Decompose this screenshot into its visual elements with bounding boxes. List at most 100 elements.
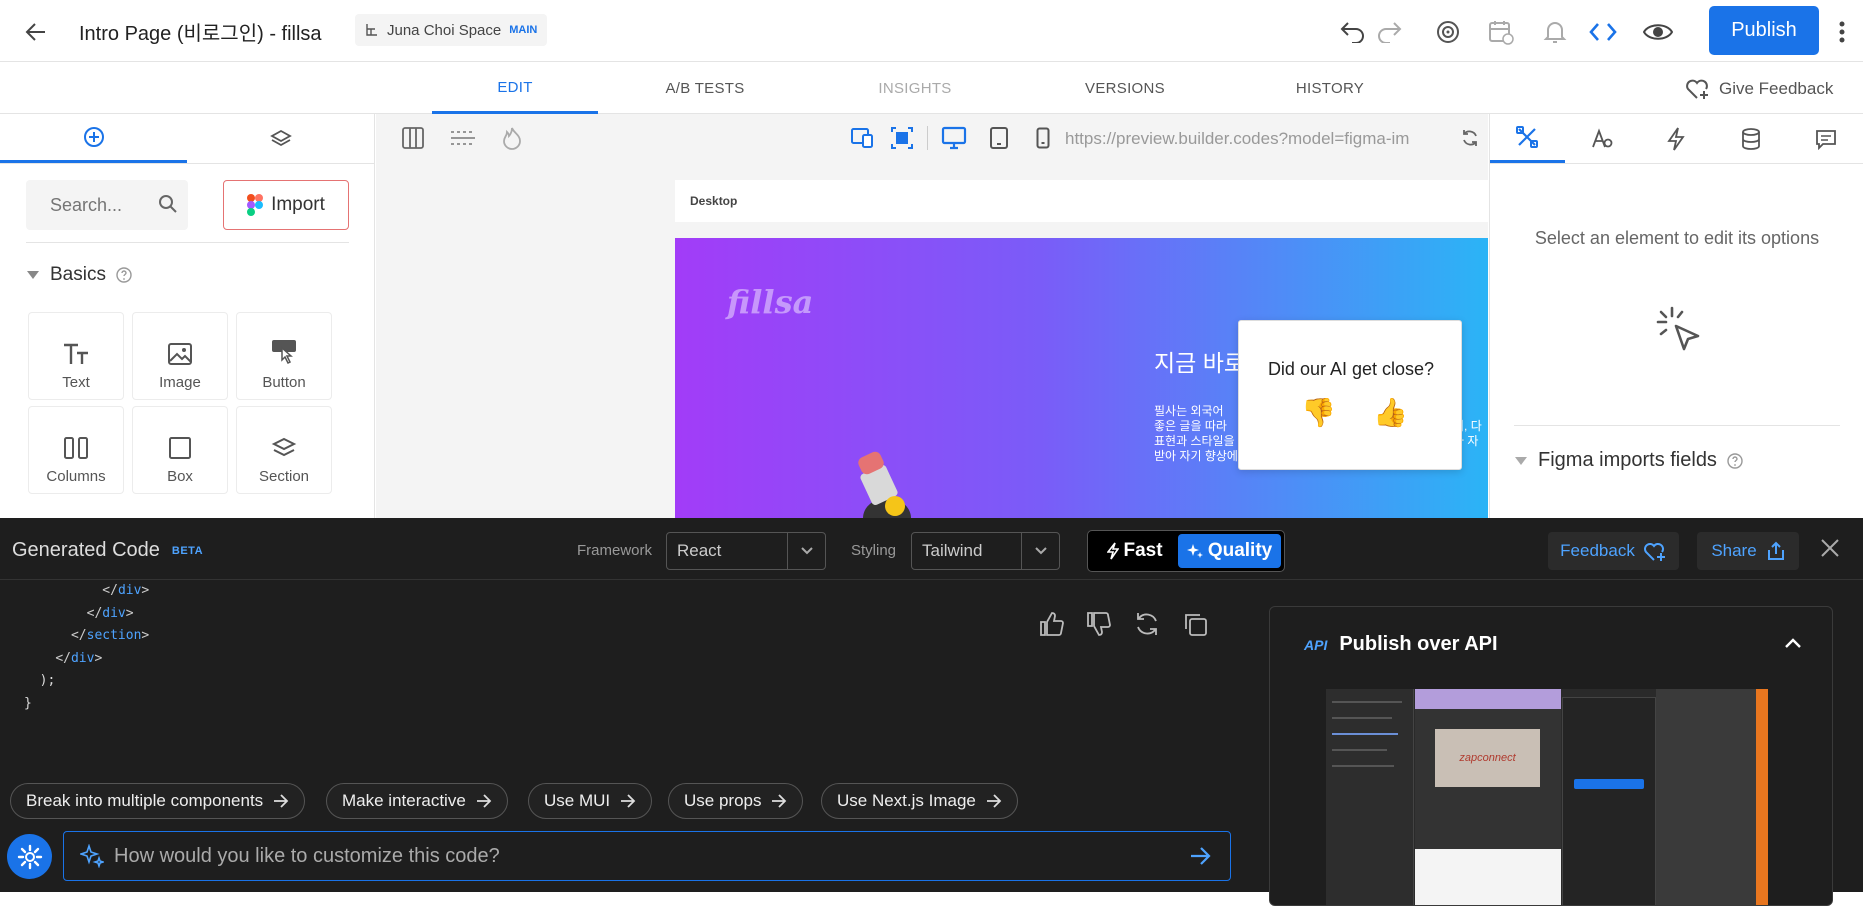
tab-data[interactable] xyxy=(1714,114,1789,163)
chevron-down-icon xyxy=(787,533,825,569)
arrow-right-icon xyxy=(986,794,1002,808)
basics-title: Basics xyxy=(50,264,106,285)
settings-gear-button[interactable] xyxy=(7,834,52,879)
styling-label: Styling xyxy=(851,542,897,559)
code-line: </div> xyxy=(55,650,103,666)
suggestion-chip[interactable]: Use props xyxy=(668,783,804,819)
suggestion-chip[interactable]: Make interactive xyxy=(326,783,508,819)
comment-icon xyxy=(1815,128,1837,150)
search-icon xyxy=(158,194,178,214)
code-editor[interactable]: </div> </div> </section> </div> );} xyxy=(0,580,1040,760)
right-panel: Select an element to edit its options Fi… xyxy=(1489,114,1863,518)
block-section[interactable]: Section xyxy=(236,406,332,494)
redo-icon[interactable] xyxy=(1374,17,1404,47)
columns-icon xyxy=(63,436,89,460)
tab-insights[interactable]: INSIGHTS xyxy=(845,63,985,114)
thumbs-up-icon[interactable]: 👍 xyxy=(1373,396,1408,429)
flame-icon[interactable] xyxy=(502,126,522,150)
ai-feedback-popup: Did our AI get close? 👎 👍 xyxy=(1238,320,1462,470)
code-line: </section> xyxy=(70,628,150,643)
tab-typography[interactable] xyxy=(1565,114,1640,163)
plus-circle-icon xyxy=(83,126,105,148)
lightning-icon xyxy=(1106,542,1119,560)
editor-canvas[interactable]: https://preview.builder.codes?model=figm… xyxy=(376,114,1488,518)
tab-style[interactable] xyxy=(1490,114,1565,163)
thumbs-down-icon[interactable] xyxy=(1086,611,1112,637)
collapse-triangle-icon xyxy=(26,270,40,280)
help-icon[interactable] xyxy=(116,267,132,283)
share-button[interactable]: Share xyxy=(1697,532,1799,570)
regenerate-icon[interactable] xyxy=(1134,611,1160,637)
close-icon[interactable] xyxy=(1820,538,1840,558)
block-box[interactable]: Box xyxy=(132,406,228,494)
bell-icon[interactable] xyxy=(1540,17,1570,47)
block-columns[interactable]: Columns xyxy=(28,406,124,494)
customize-prompt-input[interactable] xyxy=(104,832,1190,880)
tab-history[interactable]: HISTORY xyxy=(1260,63,1400,114)
columns-view-icon[interactable] xyxy=(401,126,425,150)
tab-insert[interactable] xyxy=(0,114,187,163)
thumbs-up-icon[interactable] xyxy=(1039,611,1065,637)
tablet-view-icon[interactable] xyxy=(989,126,1009,150)
typography-icon xyxy=(1591,127,1613,150)
mode-fast-button[interactable]: Fast xyxy=(1091,534,1178,568)
mobile-view-icon[interactable] xyxy=(1036,127,1050,149)
send-arrow-icon[interactable] xyxy=(1190,846,1212,866)
copy-icon[interactable] xyxy=(1182,611,1208,637)
tab-layers[interactable] xyxy=(187,114,374,163)
figma-fields-title: Figma imports fields xyxy=(1538,449,1717,471)
arrow-right-icon xyxy=(771,794,787,808)
refresh-icon[interactable] xyxy=(1461,129,1479,147)
empty-selection-message: Select an element to edit its options xyxy=(1534,228,1820,248)
back-arrow-icon[interactable] xyxy=(22,18,50,46)
block-label: Section xyxy=(258,468,310,485)
divider xyxy=(26,242,349,243)
code-feedback-button[interactable]: Feedback xyxy=(1548,532,1679,570)
undo-icon[interactable] xyxy=(1338,17,1368,47)
basics-section-header[interactable]: Basics xyxy=(26,264,132,286)
target-history-icon[interactable] xyxy=(1433,17,1463,47)
give-feedback-label: Give Feedback xyxy=(1719,79,1834,98)
help-icon[interactable] xyxy=(1727,452,1743,469)
ai-feedback-question: Did our AI get close? xyxy=(1267,359,1435,379)
button-icon xyxy=(270,338,298,366)
block-button[interactable]: Button xyxy=(236,312,332,400)
customize-prompt[interactable] xyxy=(63,831,1231,881)
tab-ab-tests[interactable]: A/B TESTS xyxy=(635,63,775,114)
tab-versions[interactable]: VERSIONS xyxy=(1055,63,1195,114)
tab-edit[interactable]: EDIT xyxy=(432,63,598,114)
tools-icon xyxy=(1515,125,1539,149)
framework-select[interactable]: React xyxy=(666,532,826,570)
space-tree-icon xyxy=(365,23,379,37)
click-cursor-icon xyxy=(1652,304,1708,360)
responsive-icon[interactable] xyxy=(850,127,874,149)
styling-select[interactable]: Tailwind xyxy=(911,532,1060,570)
spacing-guides-icon[interactable] xyxy=(449,126,477,150)
mode-quality-button[interactable]: Quality xyxy=(1178,534,1281,568)
tab-interactions[interactable] xyxy=(1639,114,1714,163)
block-label: Button xyxy=(262,374,306,391)
suggestion-chip[interactable]: Break into multiple components xyxy=(10,783,306,819)
schedule-calendar-icon[interactable] xyxy=(1486,17,1516,47)
space-selector[interactable]: Juna Choi Space MAIN xyxy=(355,14,548,46)
suggestion-chip[interactable]: Use Next.js Image xyxy=(821,783,1018,819)
layers-icon xyxy=(269,128,292,150)
preview-eye-icon[interactable] xyxy=(1643,17,1673,47)
more-menu-icon[interactable] xyxy=(1832,17,1852,47)
figma-fields-section-header[interactable]: Figma imports fields xyxy=(1514,449,1743,472)
block-text[interactable]: Text xyxy=(28,312,124,400)
code-icon[interactable] xyxy=(1588,17,1618,47)
select-frame-icon[interactable] xyxy=(890,126,914,150)
desktop-view-icon[interactable] xyxy=(941,126,967,150)
suggestion-chip[interactable]: Use MUI xyxy=(528,783,653,819)
block-image[interactable]: Image xyxy=(132,312,228,400)
figma-import-button[interactable]: Import xyxy=(223,180,349,230)
thumbs-down-icon[interactable]: 👎 xyxy=(1301,396,1336,429)
sparkle-icon xyxy=(80,844,104,868)
chevron-up-icon[interactable] xyxy=(1784,637,1802,649)
tab-comments[interactable] xyxy=(1788,114,1863,163)
publish-button[interactable]: Publish xyxy=(1709,6,1819,55)
give-feedback-link[interactable]: Give Feedback xyxy=(1685,75,1833,103)
preview-url[interactable]: https://preview.builder.codes?model=figm… xyxy=(1065,129,1409,149)
divider xyxy=(1514,425,1840,426)
